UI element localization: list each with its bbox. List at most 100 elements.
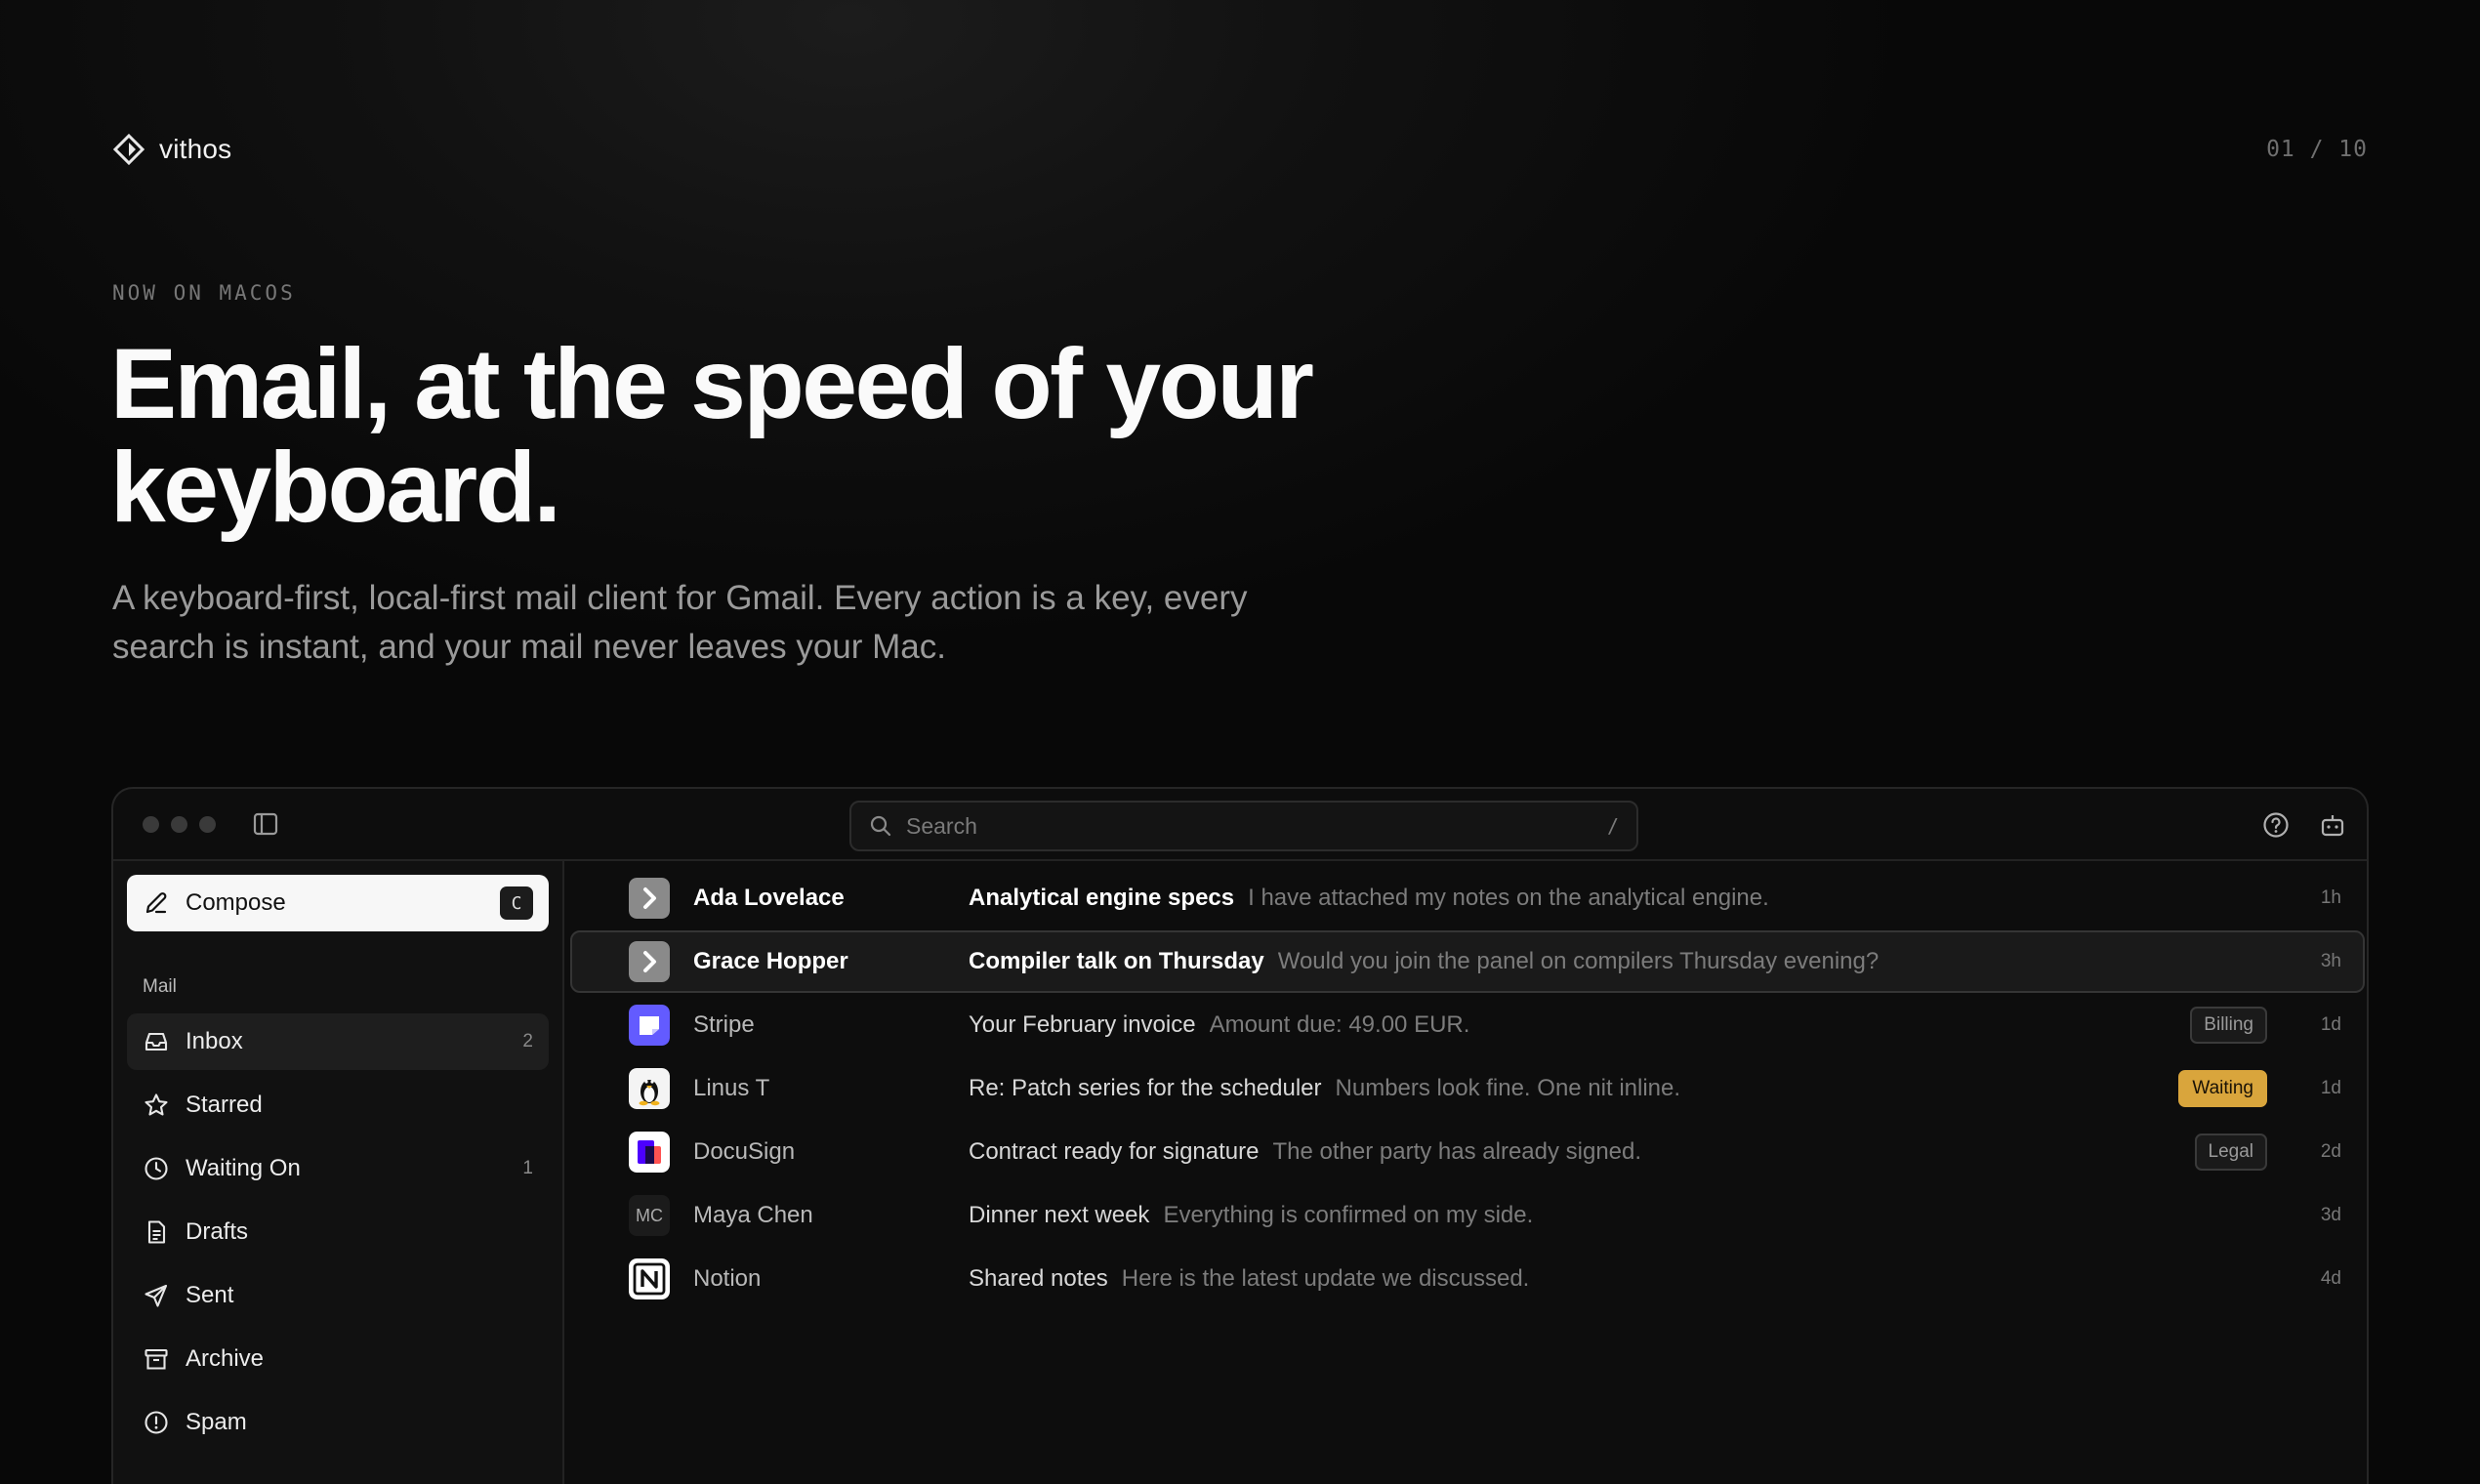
email-row[interactable]: Notion Shared notes Here is the latest u…	[570, 1248, 2365, 1310]
inbox-count: 2	[522, 1031, 533, 1051]
send-icon	[145, 1284, 168, 1307]
document-icon	[147, 1220, 166, 1244]
tag-legal[interactable]: Legal	[2194, 1134, 2267, 1171]
email-time: 4d	[2320, 1268, 2341, 1289]
compose-button[interactable]: Compose C	[127, 875, 549, 931]
top-bar: vithos 01 / 10	[112, 132, 2368, 167]
sidebar-item-waiting-on[interactable]: Waiting On 1	[127, 1140, 549, 1197]
sidebar-item-label: Waiting On	[186, 1155, 301, 1181]
window-controls	[143, 815, 216, 833]
notion-logo-icon	[629, 1258, 670, 1299]
email-subject: Your February invoice	[969, 1011, 1196, 1038]
email-time: 1h	[2320, 887, 2341, 908]
sidebar-item-sent[interactable]: Sent	[127, 1267, 549, 1324]
brand-name: vithos	[159, 134, 232, 164]
headline-line-2: keyboard.	[110, 432, 561, 543]
subhead-line-1: A keyboard-first, local-first mail clien…	[112, 579, 1248, 617]
sidebar-item-spam[interactable]: Spam	[127, 1394, 549, 1451]
email-preview: Amount due: 49.00 EUR.	[1209, 1011, 1470, 1038]
email-subject: Compiler talk on Thursday	[969, 948, 1264, 974]
email-time: 1d	[2320, 1078, 2341, 1098]
app-window: Search / Compose C Mail Inbox 2 Starred …	[111, 787, 2369, 1484]
search-input[interactable]: Search	[906, 813, 1607, 840]
search-icon	[870, 815, 891, 837]
sidebar-item-label: Starred	[186, 1092, 263, 1118]
title-actions	[2261, 810, 2347, 840]
email-row[interactable]: MC Maya Chen Dinner next week Everything…	[570, 1184, 2365, 1247]
email-time: 3d	[2320, 1205, 2341, 1225]
email-row-selected[interactable]: Grace Hopper Compiler talk on Thursday W…	[570, 930, 2365, 993]
search-bar[interactable]: Search /	[849, 801, 1638, 851]
bot-icon[interactable]	[2318, 810, 2347, 840]
waiting-on-count: 1	[522, 1158, 533, 1178]
stripe-logo-icon	[629, 1005, 670, 1046]
subhead-line-2: search is instant, and your mail never l…	[112, 628, 946, 666]
avatar-initials: MC	[629, 1195, 670, 1236]
title-bar: Search /	[113, 789, 2367, 861]
email-list: Ada Lovelace Analytical engine specs I h…	[564, 861, 2367, 1484]
star-icon	[145, 1093, 168, 1116]
zoom-window-button[interactable]	[199, 815, 216, 833]
email-subject: Shared notes	[969, 1265, 1108, 1292]
email-row[interactable]: Linus T Re: Patch series for the schedul…	[570, 1057, 2365, 1120]
sidebar-item-starred[interactable]: Starred	[127, 1077, 549, 1134]
email-subject: Re: Patch series for the scheduler	[969, 1075, 1322, 1101]
email-preview: Everything is confirmed on my side.	[1163, 1202, 1534, 1228]
email-sender: Grace Hopper	[693, 948, 848, 974]
tag-billing[interactable]: Billing	[2190, 1007, 2267, 1044]
compose-shortcut: C	[500, 886, 533, 920]
email-row[interactable]: DocuSign Contract ready for signature Th…	[570, 1121, 2365, 1183]
slide-pager: 01 / 10	[2266, 137, 2368, 162]
close-window-button[interactable]	[143, 815, 159, 833]
clock-icon	[145, 1157, 168, 1180]
email-sender: Ada Lovelace	[693, 885, 845, 911]
archive-icon	[145, 1348, 168, 1370]
email-time: 3h	[2320, 951, 2341, 971]
email-time: 1d	[2320, 1014, 2341, 1035]
sidebar-toggle-icon[interactable]	[251, 809, 280, 839]
email-sender: DocuSign	[693, 1138, 796, 1165]
eyebrow: NOW ON MACOS	[112, 281, 296, 305]
penguin-icon	[629, 1068, 670, 1109]
email-preview: Here is the latest update we discussed.	[1121, 1265, 1530, 1292]
sidebar-item-drafts[interactable]: Drafts	[127, 1204, 549, 1260]
inbox-icon	[145, 1032, 168, 1051]
app-body: Compose C Mail Inbox 2 Starred Waiting O…	[113, 861, 2367, 1484]
sidebar-item-label: Drafts	[186, 1218, 249, 1245]
headline: Email, at the speed of your keyboard.	[110, 332, 1575, 539]
help-icon[interactable]	[2261, 810, 2291, 840]
email-preview: Numbers look fine. One nit inline.	[1335, 1075, 1681, 1101]
email-sender: Notion	[693, 1265, 762, 1292]
sidebar-item-label: Archive	[186, 1345, 265, 1372]
email-subject: Dinner next week	[969, 1202, 1150, 1228]
pencil-icon	[145, 892, 167, 914]
mail-section-label: Mail	[143, 976, 177, 997]
email-sender: Stripe	[693, 1011, 755, 1038]
email-sender: Maya Chen	[693, 1202, 813, 1228]
headline-line-1: Email, at the speed of your	[110, 328, 1314, 439]
minimize-window-button[interactable]	[171, 815, 187, 833]
sidebar-item-archive[interactable]: Archive	[127, 1331, 549, 1387]
email-row[interactable]: Ada Lovelace Analytical engine specs I h…	[570, 867, 2365, 929]
email-row[interactable]: Stripe Your February invoice Amount due:…	[570, 994, 2365, 1056]
search-shortcut: /	[1606, 814, 1619, 838]
email-preview: The other party has already signed.	[1272, 1138, 1642, 1165]
vithos-avatar-icon	[629, 941, 670, 982]
sidebar-item-label: Spam	[186, 1409, 247, 1435]
email-preview: Would you join the panel on compilers Th…	[1277, 948, 1880, 974]
sidebar-item-label: Inbox	[186, 1028, 243, 1054]
sidebar-item-label: Sent	[186, 1282, 234, 1308]
email-subject: Analytical engine specs	[969, 885, 1235, 911]
sidebar-item-inbox[interactable]: Inbox 2	[127, 1013, 549, 1070]
email-sender: Linus T	[693, 1075, 770, 1101]
vithos-logo-icon	[112, 133, 145, 166]
vithos-avatar-icon	[629, 878, 670, 919]
email-subject: Contract ready for signature	[969, 1138, 1260, 1165]
alert-icon	[145, 1411, 168, 1434]
brand[interactable]: vithos	[112, 133, 231, 166]
subhead: A keyboard-first, local-first mail clien…	[112, 574, 1352, 672]
sidebar: Compose C Mail Inbox 2 Starred Waiting O…	[113, 861, 564, 1484]
tag-waiting[interactable]: Waiting	[2178, 1070, 2267, 1107]
email-time: 2d	[2320, 1141, 2341, 1162]
compose-label: Compose	[186, 889, 286, 916]
